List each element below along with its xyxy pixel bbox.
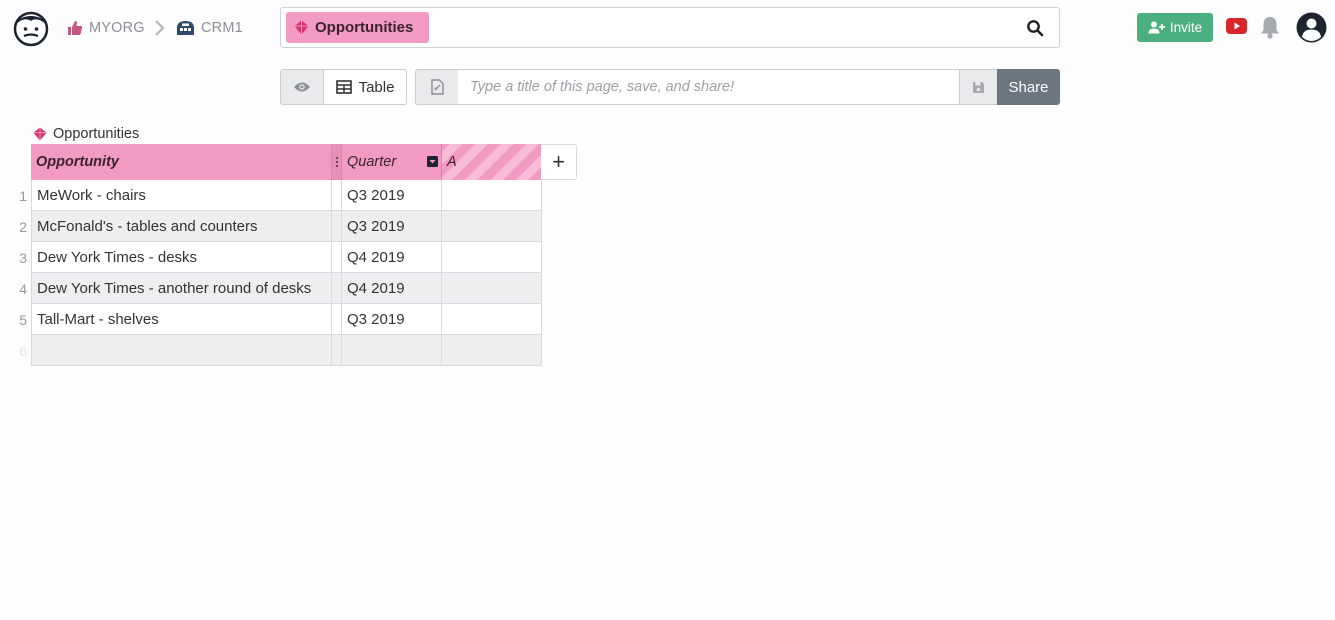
page-title-placeholder: Type a title of this page, save, and sha… — [470, 79, 735, 95]
cell-opportunity[interactable] — [31, 335, 332, 366]
view-toggle-button[interactable] — [280, 69, 324, 105]
breadcrumb-doc-label: CRM1 — [201, 20, 243, 36]
cell-quarter[interactable]: Q3 2019 — [342, 180, 442, 211]
invite-button[interactable]: Invite — [1137, 13, 1213, 42]
crm-icon — [177, 21, 194, 35]
grid-icon — [335, 80, 352, 94]
plus-icon: + — [552, 149, 565, 174]
drag-handle-icon[interactable] — [332, 144, 342, 180]
thumbs-up-icon — [68, 21, 83, 35]
row-number[interactable]: 1 — [9, 180, 27, 211]
column-header-quarter[interactable]: Quarter — [342, 144, 442, 180]
row-number[interactable]: 5 — [9, 304, 27, 335]
dropdown-icon[interactable] — [427, 156, 438, 167]
add-column-button[interactable]: + — [541, 144, 577, 180]
column-header-label: Quarter — [347, 154, 397, 170]
youtube-icon[interactable] — [1226, 18, 1247, 34]
cell-a[interactable] — [442, 304, 542, 335]
bell-icon[interactable] — [1259, 15, 1281, 39]
row-number[interactable]: 4 — [9, 273, 27, 304]
page-title-input[interactable]: Type a title of this page, save, and sha… — [458, 69, 960, 105]
add-user-icon — [1148, 21, 1165, 34]
cell-quarter[interactable] — [342, 335, 442, 366]
cell-a[interactable] — [442, 335, 542, 366]
cell-spacer[interactable] — [332, 273, 342, 304]
cell-spacer[interactable] — [332, 242, 342, 273]
cell-opportunity[interactable]: MeWork - chairs — [31, 180, 332, 211]
search-chip-label: Opportunities — [315, 19, 414, 36]
cell-opportunity[interactable]: Dew York Times - desks — [31, 242, 332, 273]
account-icon[interactable] — [1296, 12, 1327, 43]
invite-label: Invite — [1169, 20, 1203, 35]
gem-icon — [294, 20, 309, 35]
column-header-a[interactable]: A — [442, 144, 542, 180]
cell-a[interactable] — [442, 273, 542, 304]
breadcrumb-org-label: MYORG — [89, 20, 145, 36]
row-number[interactable]: 2 — [9, 211, 27, 242]
cell-spacer[interactable] — [332, 180, 342, 211]
search-page-chip[interactable]: Opportunities — [286, 12, 429, 43]
column-header-label: A — [447, 154, 457, 170]
cell-spacer[interactable] — [332, 335, 342, 366]
row-number[interactable]: 3 — [9, 242, 27, 273]
cell-quarter[interactable]: Q3 2019 — [342, 304, 442, 335]
cell-quarter[interactable]: Q4 2019 — [342, 242, 442, 273]
view-table-label: Table — [358, 78, 395, 96]
column-header-label: Opportunity — [36, 154, 119, 170]
save-button[interactable] — [959, 69, 998, 105]
share-button[interactable]: Share — [997, 69, 1060, 105]
cell-spacer[interactable] — [332, 211, 342, 242]
gem-icon — [33, 127, 47, 141]
view-table-button[interactable]: Table — [323, 69, 407, 105]
cell-a[interactable] — [442, 211, 542, 242]
breadcrumb-org[interactable]: MYORG — [67, 18, 145, 38]
cell-a[interactable] — [442, 242, 542, 273]
document-icon — [430, 79, 444, 95]
logo-icon[interactable] — [12, 9, 50, 47]
cell-opportunity[interactable]: Dew York Times - another round of desks — [31, 273, 332, 304]
document-button[interactable] — [415, 69, 459, 105]
search-icon[interactable] — [1026, 19, 1044, 37]
column-header-opportunity[interactable]: Opportunity — [31, 144, 332, 180]
cell-a[interactable] — [442, 180, 542, 211]
search-bar[interactable]: Opportunities — [280, 7, 1060, 48]
table-title-label: Opportunities — [53, 126, 140, 142]
cell-opportunity[interactable]: Tall-Mart - shelves — [31, 304, 332, 335]
cell-spacer[interactable] — [332, 304, 342, 335]
breadcrumb-doc[interactable]: CRM1 — [176, 18, 243, 38]
save-icon — [973, 81, 984, 93]
share-label: Share — [1008, 78, 1049, 96]
table-title: Opportunities — [33, 124, 139, 144]
cell-quarter[interactable]: Q4 2019 — [342, 273, 442, 304]
eye-icon — [294, 82, 310, 92]
cell-quarter[interactable]: Q3 2019 — [342, 211, 442, 242]
cell-opportunity[interactable]: McFonald's - tables and counters — [31, 211, 332, 242]
chevron-right-icon — [155, 20, 165, 36]
row-number[interactable]: 6 — [9, 335, 27, 366]
